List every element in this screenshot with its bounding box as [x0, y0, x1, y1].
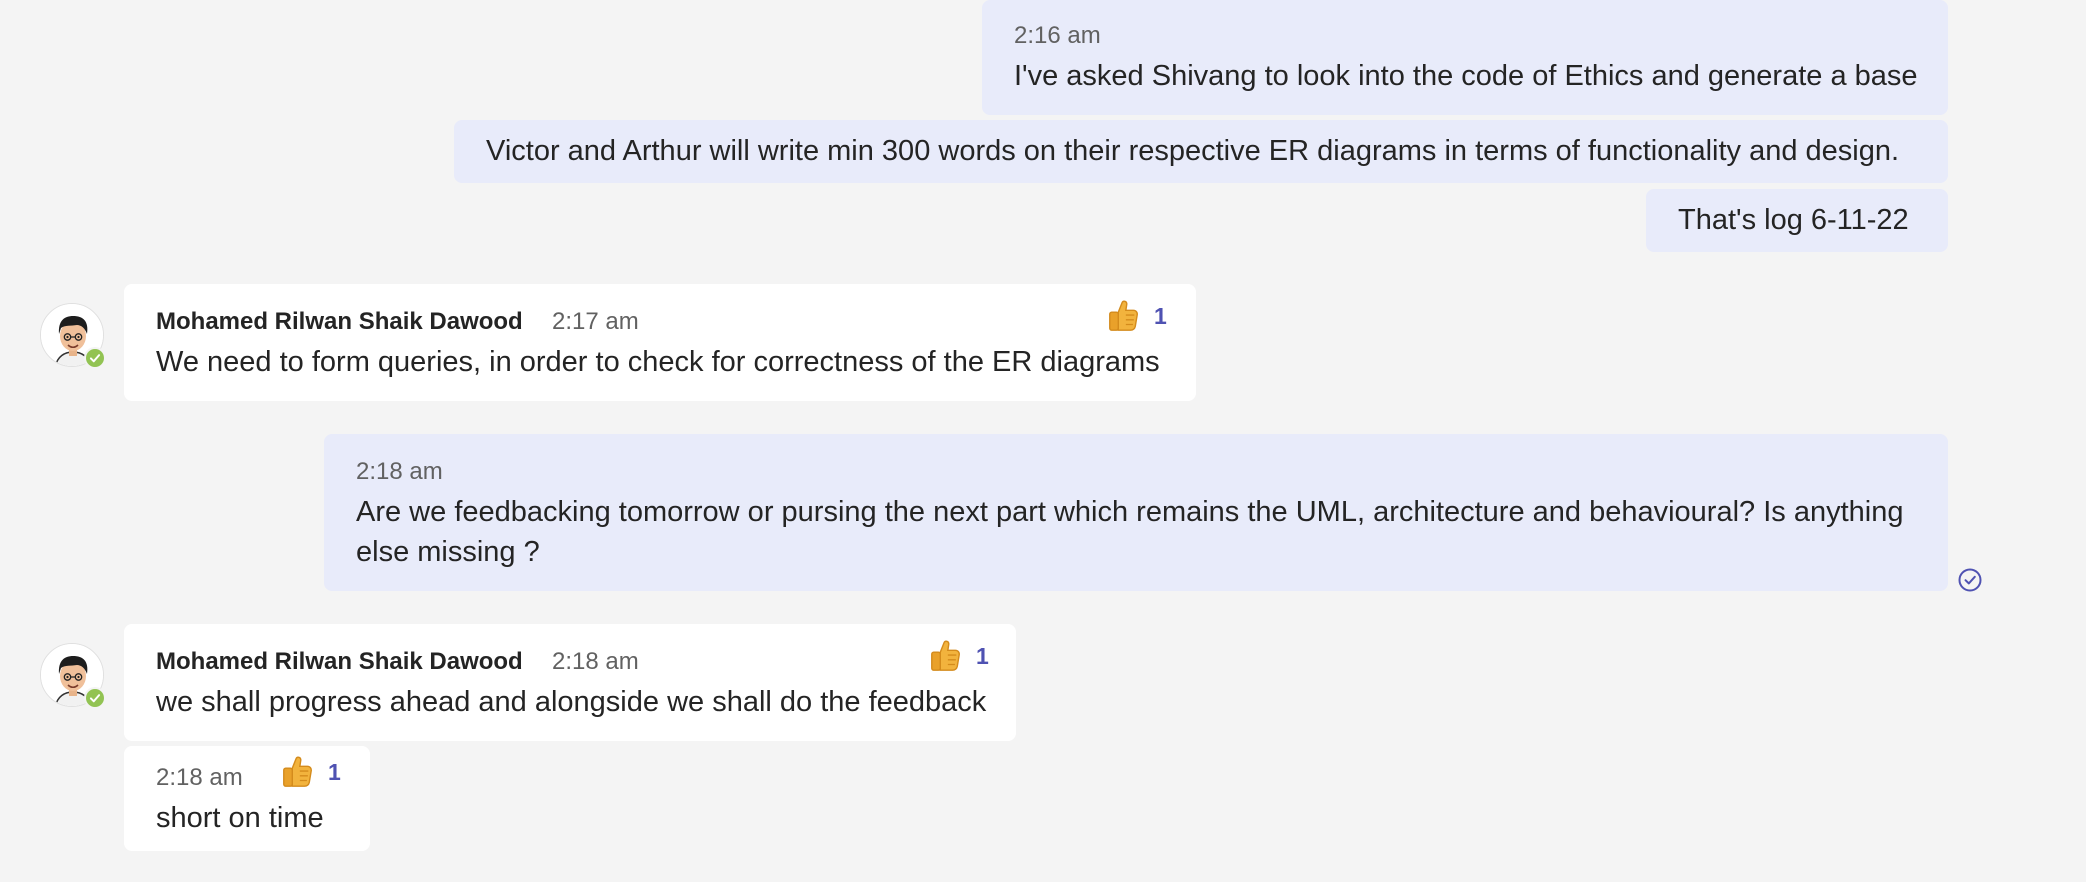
- message-bubble-own[interactable]: 2:16 am I've asked Shivang to look into …: [982, 0, 1948, 115]
- message-bubble-other[interactable]: 2:18 am 1 short on time: [124, 746, 370, 851]
- message-text: Are we feedbacking tomorrow or pursing t…: [356, 496, 1904, 568]
- message-bubble-own[interactable]: Victor and Arthur will write min 300 wor…: [454, 120, 1948, 183]
- thumbs-up-icon: [1106, 299, 1140, 333]
- message-bubble-other[interactable]: Mohamed Rilwan Shaik Dawood 2:17 am 1 We…: [124, 284, 1196, 401]
- message-timestamp: 2:18 am: [356, 458, 443, 485]
- reaction[interactable]: 1: [280, 754, 341, 790]
- reaction-count: 1: [328, 758, 341, 785]
- chat-pane: 2:16 am I've asked Shivang to look into …: [0, 0, 2086, 882]
- presence-available-icon: [84, 687, 106, 709]
- sender-name: Mohamed Rilwan Shaik Dawood: [156, 308, 523, 335]
- avatar[interactable]: [40, 303, 106, 369]
- message-text: We need to form queries, in order to che…: [156, 346, 1160, 378]
- reaction-count: 1: [1154, 302, 1167, 329]
- message-text: That's log 6-11-22: [1678, 204, 1909, 236]
- message-text: I've asked Shivang to look into the code…: [1014, 60, 1918, 92]
- message-timestamp: 2:18 am: [156, 764, 243, 791]
- message-timestamp: 2:16 am: [1014, 22, 1101, 49]
- message-bubble-own[interactable]: That's log 6-11-22: [1646, 189, 1948, 252]
- reaction[interactable]: 1: [1106, 298, 1167, 334]
- thumbs-up-icon: [928, 639, 962, 673]
- message-bubble-other[interactable]: Mohamed Rilwan Shaik Dawood 2:18 am 1 we…: [124, 624, 1016, 741]
- message-bubble-own[interactable]: 2:18 am Are we feedbacking tomorrow or p…: [324, 434, 1948, 591]
- message-text: we shall progress ahead and alongside we…: [156, 686, 987, 718]
- sender-name: Mohamed Rilwan Shaik Dawood: [156, 648, 523, 675]
- reaction-count: 1: [976, 642, 989, 669]
- message-timestamp: 2:17 am: [552, 308, 639, 335]
- read-receipt-icon: [1958, 568, 1982, 592]
- avatar[interactable]: [40, 643, 106, 709]
- message-timestamp: 2:18 am: [552, 648, 639, 675]
- presence-available-icon: [84, 347, 106, 369]
- message-text: short on time: [156, 802, 324, 834]
- thumbs-up-icon: [280, 755, 314, 789]
- message-text: Victor and Arthur will write min 300 wor…: [486, 135, 1900, 167]
- reaction[interactable]: 1: [928, 638, 989, 674]
